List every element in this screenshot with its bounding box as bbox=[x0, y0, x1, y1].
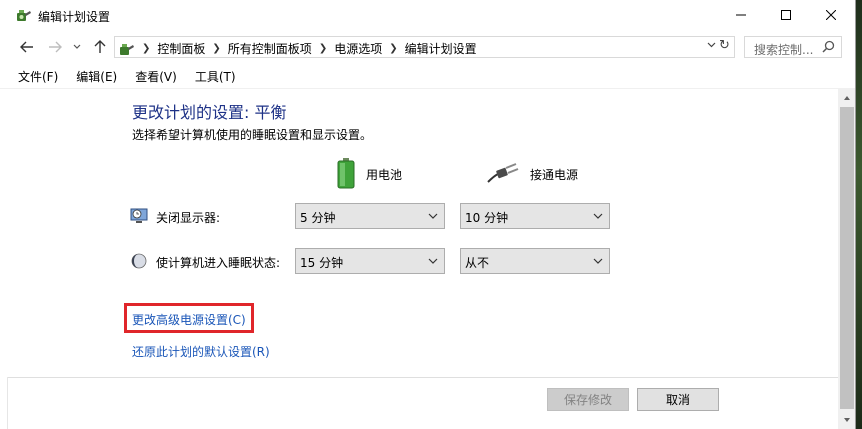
breadcrumb-edit-plan[interactable]: 编辑计划设置 bbox=[405, 40, 477, 57]
display-off-plugged-value: 10 分钟 bbox=[465, 211, 509, 225]
arrow-right-icon bbox=[49, 41, 62, 53]
menu-bar: 文件(F) 编辑(E) 查看(V) 工具(T) bbox=[0, 66, 244, 88]
breadcrumb-separator-icon: ❯ bbox=[212, 43, 221, 54]
vertical-scrollbar[interactable] bbox=[838, 89, 855, 429]
scroll-up-button[interactable] bbox=[838, 89, 855, 107]
scrollbar-thumb[interactable] bbox=[840, 107, 854, 409]
restore-defaults-link[interactable]: 还原此计划的默认设置(R) bbox=[132, 343, 270, 360]
forward-button[interactable] bbox=[45, 37, 65, 57]
title-bar[interactable]: 编辑计划设置 bbox=[0, 0, 855, 32]
cancel-button[interactable]: 取消 bbox=[637, 388, 719, 411]
sleep-battery-select[interactable]: 15 分钟 bbox=[295, 248, 445, 274]
minimize-button[interactable] bbox=[718, 0, 764, 30]
arrow-left-icon bbox=[20, 41, 33, 53]
desktop-wallpaper-edge bbox=[856, 0, 862, 429]
battery-column-label: 用电池 bbox=[366, 167, 403, 182]
search-icon[interactable] bbox=[822, 40, 835, 56]
maximize-icon bbox=[781, 10, 791, 20]
control-panel-icon bbox=[119, 41, 135, 57]
chevron-down-icon bbox=[428, 255, 438, 270]
display-off-plugged-select[interactable]: 10 分钟 bbox=[460, 203, 610, 229]
sleep-plugged-select[interactable]: 从不 bbox=[460, 248, 610, 274]
dialog-footer: 保存修改 取消 bbox=[8, 377, 838, 429]
chevron-down-icon bbox=[844, 418, 850, 422]
monitor-clock-icon bbox=[130, 207, 148, 225]
window-title: 编辑计划设置 bbox=[38, 10, 111, 24]
breadcrumb-control-panel[interactable]: 控制面板 bbox=[157, 40, 205, 57]
menu-view[interactable]: 查看(V) bbox=[127, 66, 185, 88]
chevron-down-icon bbox=[428, 210, 438, 225]
sleep-plugged-value: 从不 bbox=[465, 256, 490, 270]
menu-tools[interactable]: 工具(T) bbox=[187, 66, 244, 88]
chevron-down-icon bbox=[593, 210, 603, 225]
close-icon bbox=[826, 10, 836, 20]
sleep-battery-value: 15 分钟 bbox=[300, 256, 344, 270]
page-title: 更改计划的设置: 平衡 bbox=[132, 103, 287, 122]
breadcrumb-power-options[interactable]: 电源选项 bbox=[334, 40, 382, 57]
navigation-bar: ❯ 控制面板 ❯ 所有控制面板项 ❯ 电源选项 ❯ 编辑计划设置 ↻ 搜索控制.… bbox=[0, 32, 855, 62]
arrow-up-icon bbox=[94, 40, 106, 53]
chevron-up-icon bbox=[844, 96, 850, 100]
maximize-button[interactable] bbox=[763, 0, 809, 30]
battery-icon bbox=[336, 157, 356, 192]
scroll-down-button[interactable] bbox=[838, 411, 855, 429]
display-off-label: 关闭显示器: bbox=[156, 211, 221, 225]
page-subtitle: 选择希望计算机使用的睡眠设置和显示设置。 bbox=[132, 128, 373, 142]
address-dropdown-icon[interactable] bbox=[707, 40, 716, 51]
breadcrumb-separator-icon: ❯ bbox=[389, 43, 398, 54]
address-bar[interactable]: ❯ 控制面板 ❯ 所有控制面板项 ❯ 电源选项 ❯ 编辑计划设置 ↻ bbox=[114, 36, 735, 58]
search-placeholder: 搜索控制... bbox=[754, 43, 814, 57]
display-off-battery-value: 5 分钟 bbox=[300, 211, 336, 225]
advanced-power-settings-link[interactable]: 更改高级电源设置(C) bbox=[132, 311, 246, 328]
power-options-icon bbox=[16, 7, 32, 23]
plan-settings-content: 更改计划的设置: 平衡 选择希望计算机使用的睡眠设置和显示设置。 用电池 接通电… bbox=[0, 89, 838, 377]
breadcrumb-separator-icon: ❯ bbox=[142, 43, 151, 54]
plugged-column-header: 接通电源 bbox=[486, 157, 578, 191]
control-panel-window: 编辑计划设置 ❯ 控制面板 ❯ 所有控制面板项 ❯ 电源选项 ❯ 编辑计划设置 … bbox=[0, 0, 856, 429]
menu-edit[interactable]: 编辑(E) bbox=[68, 66, 125, 88]
moon-icon bbox=[130, 252, 148, 270]
up-button[interactable] bbox=[90, 37, 110, 57]
plug-icon bbox=[486, 162, 520, 187]
close-button[interactable] bbox=[808, 0, 854, 30]
plugged-column-label: 接通电源 bbox=[530, 167, 579, 182]
breadcrumb-separator-icon: ❯ bbox=[318, 43, 328, 54]
sleep-label: 使计算机进入睡眠状态: bbox=[156, 256, 281, 270]
save-changes-button[interactable]: 保存修改 bbox=[547, 388, 629, 411]
menu-file[interactable]: 文件(F) bbox=[0, 66, 66, 88]
minimize-icon bbox=[736, 14, 746, 16]
back-button[interactable] bbox=[17, 37, 37, 57]
recent-locations-button[interactable] bbox=[70, 37, 84, 57]
breadcrumb-all-items[interactable]: 所有控制面板项 bbox=[228, 40, 312, 57]
battery-column-header: 用电池 bbox=[336, 157, 402, 191]
chevron-down-icon bbox=[73, 44, 81, 49]
chevron-down-icon bbox=[593, 255, 603, 270]
refresh-icon[interactable]: ↻ bbox=[719, 38, 730, 53]
search-box[interactable]: 搜索控制... bbox=[744, 36, 842, 58]
display-off-battery-select[interactable]: 5 分钟 bbox=[295, 203, 445, 229]
